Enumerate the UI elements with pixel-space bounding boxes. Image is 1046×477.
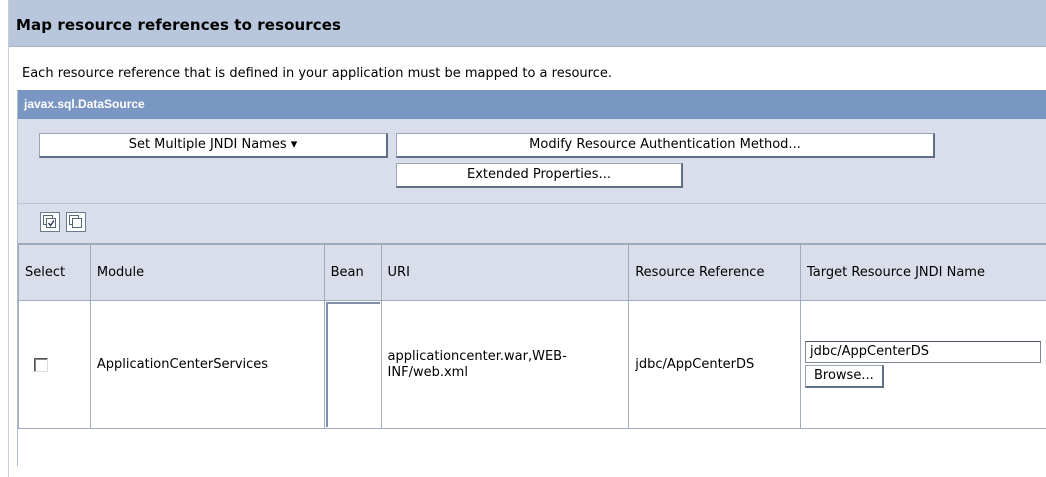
bean-cell xyxy=(323,300,382,429)
column-header-uri: URI xyxy=(380,244,630,301)
column-header-target-jndi: Target Resource JNDI Name xyxy=(799,244,1046,301)
uri-cell: applicationcenter.war,WEB-INF/web.xml xyxy=(380,300,630,429)
modify-resource-auth-button[interactable]: Modify Resource Authentication Method... xyxy=(396,133,935,158)
resource-mapping-table: Select Module Bean URI Resource Referenc… xyxy=(18,244,1046,429)
column-header-resource-reference: Resource Reference xyxy=(628,244,801,301)
panel-header: javax.sql.DataSource xyxy=(18,90,1046,119)
target-jndi-input[interactable]: jdbc/AppCenterDS xyxy=(804,341,1041,363)
set-multiple-jndi-names-button[interactable]: Set Multiple JNDI Names ▾ xyxy=(39,133,388,158)
app-frame: Map resource references to resources Eac… xyxy=(0,0,1046,477)
resource-reference-cell: jdbc/AppCenterDS xyxy=(628,300,801,429)
table-toolbar xyxy=(18,204,1046,244)
left-border xyxy=(8,0,9,477)
module-cell: ApplicationCenterServices xyxy=(89,300,325,429)
deselect-all-icon[interactable] xyxy=(66,212,86,232)
table-header-row: Select Module Bean URI Resource Referenc… xyxy=(18,244,1046,301)
extended-properties-button[interactable]: Extended Properties... xyxy=(396,163,683,188)
select-all-icon[interactable] xyxy=(40,212,60,232)
datasource-panel: javax.sql.DataSource Set Multiple JNDI N… xyxy=(17,90,1046,466)
section-header: Map resource references to resources xyxy=(9,0,1046,47)
button-bar: Set Multiple JNDI Names ▾ Modify Resourc… xyxy=(18,119,1046,204)
column-header-module: Module xyxy=(89,244,325,301)
target-jndi-cell: jdbc/AppCenterDS Browse... xyxy=(799,300,1046,429)
browse-button[interactable]: Browse... xyxy=(804,365,884,388)
select-cell xyxy=(18,300,91,429)
column-header-select: Select xyxy=(18,244,91,301)
bean-value xyxy=(325,302,380,427)
table-row: ApplicationCenterServices applicationcen… xyxy=(18,300,1046,429)
panel-title: javax.sql.DataSource xyxy=(24,97,145,111)
description-text: Each resource reference that is defined … xyxy=(22,66,613,81)
column-header-bean: Bean xyxy=(323,244,382,301)
row-select-checkbox[interactable] xyxy=(34,357,48,372)
page-title: Map resource references to resources xyxy=(16,16,342,34)
